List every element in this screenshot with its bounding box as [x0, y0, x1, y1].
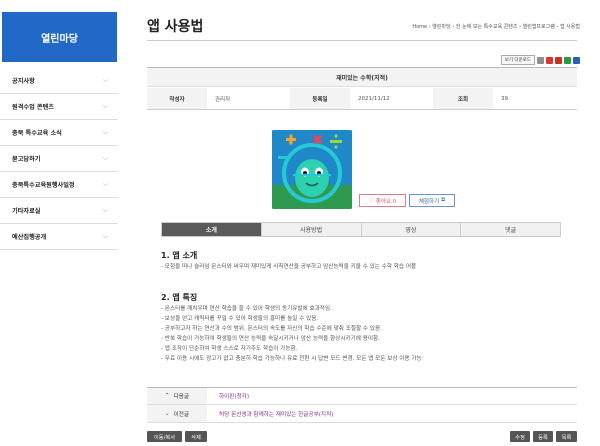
sidebar-item-label: 예산집행공개 — [12, 234, 47, 241]
prev-post-row: ⌄ 이전글 허당 몬선생과 함께하는 재미있는 한글공부(지적) — [147, 405, 577, 423]
feature-line: - 앱 조작이 단순하여 학생 스스로 자기주도 학습이 가능함. — [161, 346, 298, 352]
sidebar-item-label: 충북 특수교육 소식 — [12, 130, 62, 137]
app-icon-image — [272, 130, 352, 209]
experience-button[interactable]: 체험하기 ⧉ — [409, 194, 455, 207]
author-label: 작성자 — [147, 88, 207, 109]
sidebar-item-label: 묻고답하기 — [12, 156, 41, 163]
next-post-row: ⌃ 다음글 하이핀(청각) — [147, 387, 577, 405]
delete-button[interactable]: 삭제 — [185, 431, 207, 442]
tab-intro[interactable]: 소개 — [162, 223, 261, 236]
chevron-down-icon: ⌵ — [102, 232, 108, 240]
section-intro-title: 1. 앱 소개 — [161, 251, 198, 260]
content-tabs: 소개 사용방법 영상 댓글 — [161, 222, 561, 237]
like-button-label: 좋아요 0 — [375, 198, 397, 205]
list-button[interactable]: 목록 — [556, 431, 577, 442]
date-value: 2021/11/12 — [358, 95, 390, 102]
author-value: 관리자 — [215, 96, 231, 103]
external-link-icon: ⧉ — [441, 197, 446, 203]
chevron-up-icon: ⌃ — [164, 393, 170, 399]
feature-line: - 반복 학습이 가능하여 학생들의 연산 능력을 숙달시키거나 암산 능력을 … — [161, 336, 380, 342]
feature-line: - 보상을 얻고 캐릭터를 꾸밀 수 있어 학생들의 흥미를 높일 수 있음. — [161, 316, 319, 322]
breadcrumb[interactable]: Home › 열린마당 › 한 눈에 보는 특수교육 콘텐츠 › 열린앱프로그램… — [412, 23, 580, 30]
pdf-icon[interactable] — [546, 56, 553, 64]
sidebar-item-notice[interactable]: 공지사항 ⌵ — [0, 68, 118, 94]
prev-post-label-cell: ⌄ 이전글 — [147, 405, 207, 422]
views-value: 39 — [501, 95, 508, 102]
post-subject: 재미있는 수학(지적) — [147, 67, 577, 87]
page-title: 앱 사용법 — [147, 19, 204, 35]
like-button[interactable]: ♡ 좋아요 0 — [359, 194, 406, 207]
next-post-label-cell: ⌃ 다음글 — [147, 388, 207, 404]
sidebar-item-remote-content[interactable]: 원격수업 콘텐츠 ⌵ — [0, 94, 118, 120]
toolbar: 보기 다운로드 — [500, 55, 580, 65]
sidebar-item-label: 원격수업 콘텐츠 — [12, 104, 55, 111]
word-icon[interactable] — [573, 56, 580, 64]
feature-line: - 몬스터를 깨치우며 연산 학습을 할 수 있어 학생의 동기유발에 효과적임… — [161, 306, 332, 312]
sidebar-item-archive[interactable]: 기타자료실 ⌵ — [0, 198, 118, 224]
chevron-down-icon: ⌵ — [102, 102, 108, 110]
chevron-down-icon: ⌵ — [102, 154, 108, 162]
post-meta: 작성자 관리자 등록일 2021/11/12 조회 39 — [147, 88, 577, 110]
tab-usage[interactable]: 사용방법 — [260, 223, 361, 236]
prev-post-link[interactable]: 허당 몬선생과 함께하는 재미있는 한글공부(지적) — [207, 410, 333, 418]
main-content: 앱 사용법 Home › 열린마당 › 한 눈에 보는 특수교육 콘텐츠 › 열… — [147, 0, 580, 446]
edit-button[interactable]: 수정 — [510, 431, 530, 442]
register-button[interactable]: 등록 — [533, 431, 553, 442]
excel-icon[interactable] — [564, 56, 571, 64]
sidebar-item-news[interactable]: 충북 특수교육 소식 ⌵ — [0, 120, 118, 146]
feature-line: - 공부하고자 하는 연산과 수의 범위, 몬스터의 속도를 자신의 학습 수준… — [161, 326, 382, 332]
sidebar-item-label: 기타자료실 — [12, 208, 41, 215]
chevron-down-icon: ⌄ — [164, 410, 170, 417]
feature-line: - 무료 이용 시에도 광고가 없고 충분히 학습 가능하나 유료 전환 시 답… — [161, 356, 422, 362]
next-post-label: 다음글 — [173, 394, 190, 400]
sidebar-item-label: 공지사항 — [12, 78, 35, 85]
sidebar-menu: 공지사항 ⌵ 원격수업 콘텐츠 ⌵ 충북 특수교육 소식 ⌵ 묻고답하기 ⌵ 충북특수교… — [0, 68, 118, 250]
views-label: 조회 — [433, 88, 493, 109]
chevron-down-icon: ⌵ — [102, 206, 108, 214]
move-copy-button[interactable]: 이동/복사 — [147, 431, 182, 442]
heart-icon: ♡ — [368, 197, 374, 204]
tab-comments[interactable]: 댓글 — [460, 223, 560, 236]
hwp-icon[interactable] — [555, 56, 562, 64]
sidebar-item-label: 충북특수교육원행사일정 — [12, 182, 75, 189]
sidebar-item-qna[interactable]: 묻고답하기 ⌵ — [0, 146, 118, 172]
sidebar: 열린마당 공지사항 ⌵ 원격수업 콘텐츠 ⌵ 충북 특수교육 소식 ⌵ 묻고답하기 ⌵ … — [0, 0, 120, 446]
chevron-down-icon: ⌵ — [102, 128, 108, 136]
tab-video[interactable]: 영상 — [360, 223, 461, 236]
date-label: 등록일 — [290, 88, 350, 109]
chevron-down-icon: ⌵ — [102, 76, 108, 84]
download-select[interactable]: 보기 다운로드 — [500, 55, 535, 65]
sidebar-brand: 열린마당 — [2, 12, 117, 62]
chevron-down-icon: ⌵ — [102, 180, 108, 188]
section-features-title: 2. 앱 특징 — [161, 293, 198, 302]
sidebar-item-schedule[interactable]: 충북특수교육원행사일정 ⌵ — [0, 172, 118, 198]
title-divider — [147, 40, 577, 41]
next-post-link[interactable]: 하이핀(청각) — [207, 392, 249, 400]
sidebar-item-budget[interactable]: 예산집행공개 ⌵ — [0, 224, 118, 250]
experience-button-label: 체험하기 — [418, 198, 440, 205]
prev-post-label: 이전글 — [173, 411, 190, 418]
print-icon[interactable] — [537, 56, 544, 64]
section-intro-body: - 모험을 떠나 슬라임 몬스터와 싸우며 재미있게 사칙연산을 공부하고 암산… — [161, 264, 417, 270]
